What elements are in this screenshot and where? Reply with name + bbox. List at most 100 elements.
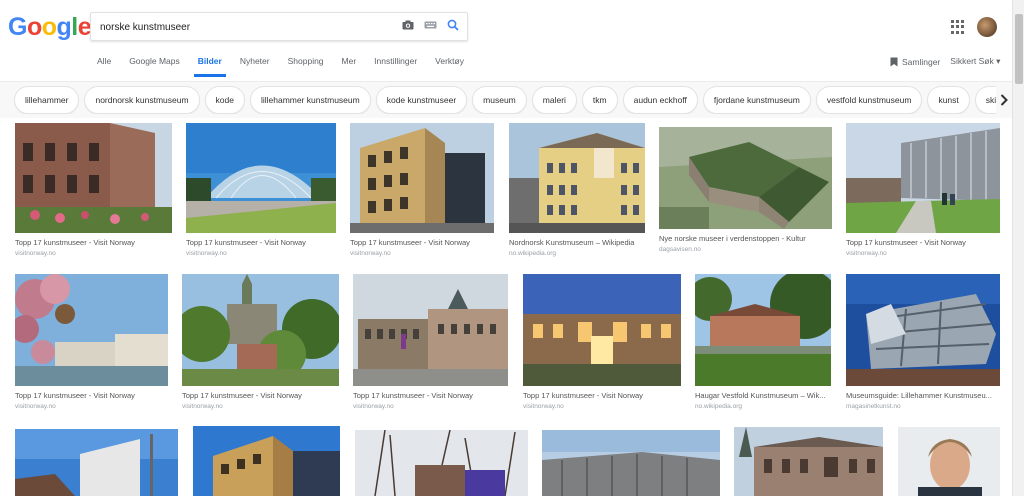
chip[interactable]: nordnorsk kunstmuseum xyxy=(84,86,200,114)
chip[interactable]: kode xyxy=(204,86,245,114)
result-thumbnail[interactable] xyxy=(186,123,336,233)
result-source[interactable]: visitnorway.no xyxy=(353,403,508,410)
chip[interactable]: vestfold kunstmuseum xyxy=(815,86,923,114)
tab-mer[interactable]: Mer xyxy=(342,55,357,77)
tab-google-maps[interactable]: Google Maps xyxy=(129,55,180,77)
image-result[interactable]: Topp 17 kunstmuseer - Visit Norway visit… xyxy=(15,274,168,410)
result-thumbnail[interactable] xyxy=(846,274,1000,386)
chip[interactable]: kunst xyxy=(927,86,970,114)
image-result[interactable] xyxy=(193,426,340,496)
image-result[interactable]: Topp 17 kunstmuseer - Visit Norway visit… xyxy=(523,274,681,410)
result-title[interactable]: Topp 17 kunstmuseer - Visit Norway xyxy=(15,238,172,247)
chip[interactable]: lillehammer kunstmuseum xyxy=(249,86,371,114)
apps-grid-icon[interactable] xyxy=(951,20,965,34)
image-result[interactable]: Museumsguide: Lillehammer Kunstmuseu... … xyxy=(846,274,1000,410)
result-source[interactable]: magasinetkunst.no xyxy=(846,403,1000,410)
google-logo[interactable]: Google xyxy=(8,13,92,42)
result-thumbnail[interactable] xyxy=(15,274,168,386)
image-result[interactable]: Nordnorsk Kunstmuseum – Wikipedia no.wik… xyxy=(509,123,645,257)
tab-alle[interactable]: Alle xyxy=(97,55,111,77)
tab-innstillinger[interactable]: Innstillinger xyxy=(374,55,417,77)
chip[interactable]: museum xyxy=(472,86,527,114)
chip[interactable]: maleri xyxy=(531,86,577,114)
safe-search-dropdown[interactable]: Sikkert Søk ▾ xyxy=(950,56,1000,67)
image-result[interactable]: Topp 17 kunstmuseer - Visit Norway visit… xyxy=(350,123,494,257)
result-source[interactable]: visitnorway.no xyxy=(846,250,1000,257)
collections-link[interactable]: Samlinger xyxy=(890,57,940,67)
right-links: Samlinger Sikkert Søk ▾ xyxy=(890,56,1000,67)
image-result[interactable] xyxy=(15,429,178,496)
search-input[interactable] xyxy=(100,18,380,36)
result-title[interactable]: Nordnorsk Kunstmuseum – Wikipedia xyxy=(509,238,645,247)
chip[interactable]: kode kunstmuseer xyxy=(375,86,468,114)
result-thumbnail[interactable] xyxy=(353,274,508,386)
result-title[interactable]: Topp 17 kunstmuseer - Visit Norway xyxy=(523,391,681,400)
result-source[interactable]: no.wikipedia.org xyxy=(695,403,831,410)
logo-letter: o xyxy=(41,13,57,41)
result-title[interactable]: Haugar Vestfold Kunstmuseum – Wik... xyxy=(695,391,831,400)
result-thumbnail[interactable] xyxy=(523,274,681,386)
image-result[interactable] xyxy=(542,430,720,496)
result-thumbnail[interactable] xyxy=(846,123,1000,233)
result-source[interactable]: visitnorway.no xyxy=(186,250,336,257)
result-title[interactable]: Topp 17 kunstmuseer - Visit Norway xyxy=(846,238,1000,247)
result-title[interactable]: Museumsguide: Lillehammer Kunstmuseu... xyxy=(846,391,1000,400)
image-result[interactable]: Topp 17 kunstmuseer - Visit Norway visit… xyxy=(846,123,1000,257)
result-thumbnail[interactable] xyxy=(182,274,339,386)
result-thumbnail[interactable] xyxy=(695,274,831,386)
result-source[interactable]: visitnorway.no xyxy=(523,403,681,410)
result-title[interactable]: Topp 17 kunstmuseer - Visit Norway xyxy=(15,391,168,400)
result-thumbnail[interactable] xyxy=(350,123,494,233)
image-result[interactable]: Topp 17 kunstmuseer - Visit Norway visit… xyxy=(182,274,339,410)
image-result[interactable]: Topp 17 kunstmuseer - Visit Norway visit… xyxy=(186,123,336,257)
result-source[interactable]: visitnorway.no xyxy=(15,250,172,257)
result-thumbnail[interactable] xyxy=(734,427,883,496)
camera-icon[interactable] xyxy=(402,20,414,30)
page-scrollbar[interactable] xyxy=(1012,0,1024,496)
chip[interactable]: lillehammer xyxy=(14,86,80,114)
result-thumbnail[interactable] xyxy=(542,430,720,496)
header-bar: Google Alle Google Maps Bilder Nyheter S… xyxy=(0,0,1012,82)
result-title[interactable]: Topp 17 kunstmuseer - Visit Norway xyxy=(353,391,508,400)
image-result[interactable]: Topp 17 kunstmuseer - Visit Norway visit… xyxy=(353,274,508,410)
tab-shopping[interactable]: Shopping xyxy=(288,55,324,77)
result-source[interactable]: visitnorway.no xyxy=(350,250,494,257)
keyboard-icon[interactable] xyxy=(424,21,437,29)
tab-nyheter[interactable]: Nyheter xyxy=(240,55,270,77)
image-result[interactable] xyxy=(734,427,883,496)
bookmark-icon xyxy=(890,57,898,67)
chip[interactable]: audun eckhoff xyxy=(622,86,698,114)
result-thumbnail[interactable] xyxy=(193,426,340,496)
search-icon[interactable] xyxy=(447,19,459,31)
logo-letter: G xyxy=(8,13,27,41)
chip[interactable]: skipbrudd ved xyxy=(974,86,996,114)
chip[interactable]: tkm xyxy=(581,86,618,114)
result-thumbnail[interactable] xyxy=(509,123,645,233)
result-title[interactable]: Topp 17 kunstmuseer - Visit Norway xyxy=(186,238,336,247)
chip[interactable]: fjordane kunstmuseum xyxy=(702,86,811,114)
tab-bilder[interactable]: Bilder xyxy=(193,55,226,77)
result-thumbnail[interactable] xyxy=(898,427,1000,496)
chevron-right-icon[interactable] xyxy=(996,91,1012,109)
image-result[interactable]: Nye norske museer i verdenstoppen - Kult… xyxy=(659,127,832,253)
result-title[interactable]: Topp 17 kunstmuseer - Visit Norway xyxy=(350,238,494,247)
result-thumbnail[interactable] xyxy=(15,429,178,496)
search-tabs: Alle Google Maps Bilder Nyheter Shopping… xyxy=(97,55,482,77)
result-thumbnail[interactable] xyxy=(355,430,528,496)
scrollbar-thumb[interactable] xyxy=(1015,14,1023,84)
result-source[interactable]: no.wikipedia.org xyxy=(509,250,645,257)
result-source[interactable]: visitnorway.no xyxy=(182,403,339,410)
tab-verktoy[interactable]: Verktøy xyxy=(435,55,464,77)
result-source[interactable]: dagsavisen.no xyxy=(659,246,832,253)
result-title[interactable]: Nye norske museer i verdenstoppen - Kult… xyxy=(659,234,832,243)
result-source[interactable]: visitnorway.no xyxy=(15,403,168,410)
avatar[interactable] xyxy=(977,17,997,37)
image-result[interactable]: Haugar Vestfold Kunstmuseum – Wik... no.… xyxy=(695,274,831,410)
result-thumbnail[interactable] xyxy=(15,123,172,233)
result-thumbnail[interactable] xyxy=(659,127,832,229)
image-result[interactable]: Topp 17 kunstmuseer - Visit Norway visit… xyxy=(15,123,172,257)
related-searches-bar: lillehammer nordnorsk kunstmuseum kode l… xyxy=(0,82,1012,118)
image-result[interactable] xyxy=(898,427,1000,496)
image-result[interactable] xyxy=(355,430,528,496)
result-title[interactable]: Topp 17 kunstmuseer - Visit Norway xyxy=(182,391,339,400)
